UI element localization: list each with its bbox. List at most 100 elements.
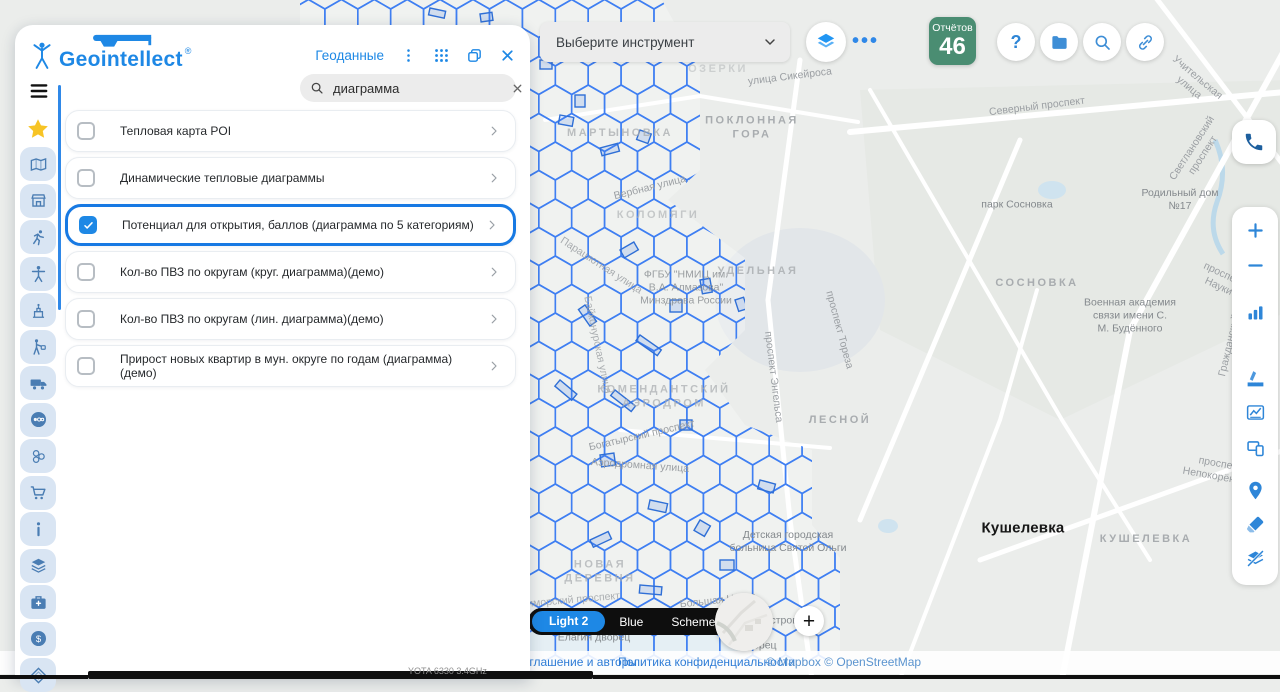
pin-icon	[1245, 480, 1266, 501]
add-style-button[interactable]: +	[794, 606, 824, 636]
rail-tool-runner[interactable]	[20, 220, 56, 254]
devices-button[interactable]	[1240, 433, 1270, 463]
minimap-preview[interactable]	[715, 593, 773, 651]
reports-badge[interactable]: Отчётов 46	[929, 17, 976, 65]
apps-grid-icon[interactable]	[433, 47, 450, 64]
panel-title-geodata[interactable]: Геоданные	[315, 48, 384, 63]
devices-icon	[1245, 438, 1266, 459]
pedestrian-icon	[29, 337, 48, 356]
runner-icon	[29, 228, 48, 247]
rail-tool-cluster[interactable]	[20, 439, 56, 473]
rail-tool-diamond[interactable]	[20, 658, 56, 692]
rail-tool-case[interactable]	[20, 585, 56, 619]
checkbox-unchecked[interactable]	[77, 122, 95, 140]
layer-search-field[interactable]	[300, 74, 516, 102]
chevron-right-icon	[487, 265, 501, 279]
brand-registered-mark: ®	[185, 46, 192, 56]
minus-icon	[1245, 255, 1266, 276]
rail-tool-pedestrian[interactable]	[20, 330, 56, 364]
rail-tool-layers[interactable]	[20, 549, 56, 583]
checkbox-unchecked[interactable]	[77, 169, 95, 187]
layer-row[interactable]: Кол-во ПВЗ по округам (лин. диаграмма)(д…	[65, 298, 516, 340]
map-style-light-2[interactable]: Light 2	[532, 611, 605, 632]
logo-bridge-icon	[65, 33, 183, 48]
pin-button[interactable]	[1240, 475, 1270, 505]
cluster-icon	[29, 447, 48, 466]
search-button[interactable]	[1083, 23, 1121, 61]
chevron-right-icon	[485, 218, 499, 232]
brand-name: Geointellect	[59, 48, 183, 72]
checkbox-unchecked[interactable]	[77, 310, 95, 328]
rail-tool-person[interactable]	[20, 257, 56, 291]
link-icon	[1136, 33, 1155, 52]
rail-tool-landmark[interactable]	[20, 293, 56, 327]
rail-tool-brand-circle[interactable]	[20, 403, 56, 437]
tools-rail: $	[15, 25, 59, 679]
svg-text:$: $	[35, 634, 41, 645]
checkbox-unchecked[interactable]	[77, 263, 95, 281]
search-icon	[1093, 33, 1112, 52]
zoom-out-button[interactable]	[1240, 250, 1270, 280]
hamburger-menu-icon[interactable]	[29, 83, 49, 99]
close-icon[interactable]	[499, 47, 516, 64]
rail-scrollbar[interactable]	[58, 85, 61, 310]
person-icon	[29, 264, 48, 283]
truck-icon	[29, 374, 48, 393]
chevron-right-icon	[487, 171, 501, 185]
ruler-icon	[1245, 368, 1266, 389]
layer-row-label: Динамические тепловые диаграммы	[120, 171, 487, 185]
bar-chart-button[interactable]	[1240, 297, 1270, 327]
tool-select-value: Выберите инструмент	[556, 35, 762, 50]
map-tools-pill	[1232, 207, 1278, 585]
rail-tool-truck[interactable]	[20, 366, 56, 400]
area-chart-button[interactable]	[1240, 397, 1270, 427]
favorites-star-icon[interactable]	[26, 117, 50, 141]
rail-tool-info[interactable]	[20, 512, 56, 546]
map-style-blue[interactable]: Blue	[605, 615, 657, 629]
map-style-switcher: Light 2BlueScheme	[528, 608, 743, 635]
link-button[interactable]	[1126, 23, 1164, 61]
layers-icon	[815, 31, 837, 53]
brand-circle-icon	[29, 410, 48, 429]
layer-row-label: Тепловая карта POI	[120, 124, 487, 138]
checkbox-checked[interactable]	[79, 216, 97, 234]
layers-icon	[29, 556, 48, 575]
layer-row[interactable]: Кол-во ПВЗ по округам (круг. диаграмма)(…	[65, 251, 516, 293]
rail-tool-map-analytics[interactable]	[20, 147, 56, 181]
phone-button[interactable]	[1232, 120, 1276, 164]
folder-button[interactable]	[1040, 23, 1078, 61]
layer-row-label: Прирост новых квартир в мун. округе по г…	[120, 352, 487, 380]
search-input[interactable]	[331, 80, 511, 97]
chevron-right-icon	[487, 312, 501, 326]
layer-row[interactable]: Прирост новых квартир в мун. округе по г…	[65, 345, 516, 387]
help-button[interactable]: ?	[997, 23, 1035, 61]
layer-row[interactable]: Динамические тепловые диаграммы	[65, 157, 516, 199]
map-layers-button[interactable]	[806, 22, 846, 62]
chevron-right-icon	[487, 124, 501, 138]
geodata-panel: Geointellect ® Геоданные	[15, 25, 530, 679]
eraser-button[interactable]	[1240, 509, 1270, 539]
ruler-button[interactable]	[1240, 363, 1270, 393]
clear-search-icon[interactable]	[511, 82, 524, 95]
rail-tool-cart[interactable]	[20, 476, 56, 510]
plus-icon	[1245, 220, 1266, 241]
layer-row-label: Кол-во ПВЗ по округам (круг. диаграмма)(…	[120, 265, 487, 279]
window-restore-icon[interactable]	[466, 47, 483, 64]
map-analytics-icon	[29, 155, 48, 174]
phone-icon	[1243, 131, 1265, 153]
checkbox-unchecked[interactable]	[77, 357, 95, 375]
tool-select-dropdown[interactable]: Выберите инструмент	[540, 22, 790, 62]
rail-tool-dollar[interactable]: $	[20, 622, 56, 656]
kebab-menu-icon[interactable]	[400, 47, 417, 64]
rail-tool-store[interactable]	[20, 184, 56, 218]
question-mark-icon: ?	[1011, 32, 1022, 53]
layer-row[interactable]: Тепловая карта POI	[65, 110, 516, 152]
map-attribution[interactable]: © Mapbox © OpenStreetMap	[766, 655, 921, 669]
reports-count: 46	[929, 34, 976, 60]
diamond-icon	[29, 666, 48, 685]
layers-off-button[interactable]	[1240, 543, 1270, 573]
eraser-icon	[1245, 514, 1266, 535]
layer-row[interactable]: Потенциал для открытия, баллов (диаграмм…	[65, 204, 516, 246]
more-options-button[interactable]: •••	[852, 30, 879, 53]
zoom-in-button[interactable]	[1240, 215, 1270, 245]
